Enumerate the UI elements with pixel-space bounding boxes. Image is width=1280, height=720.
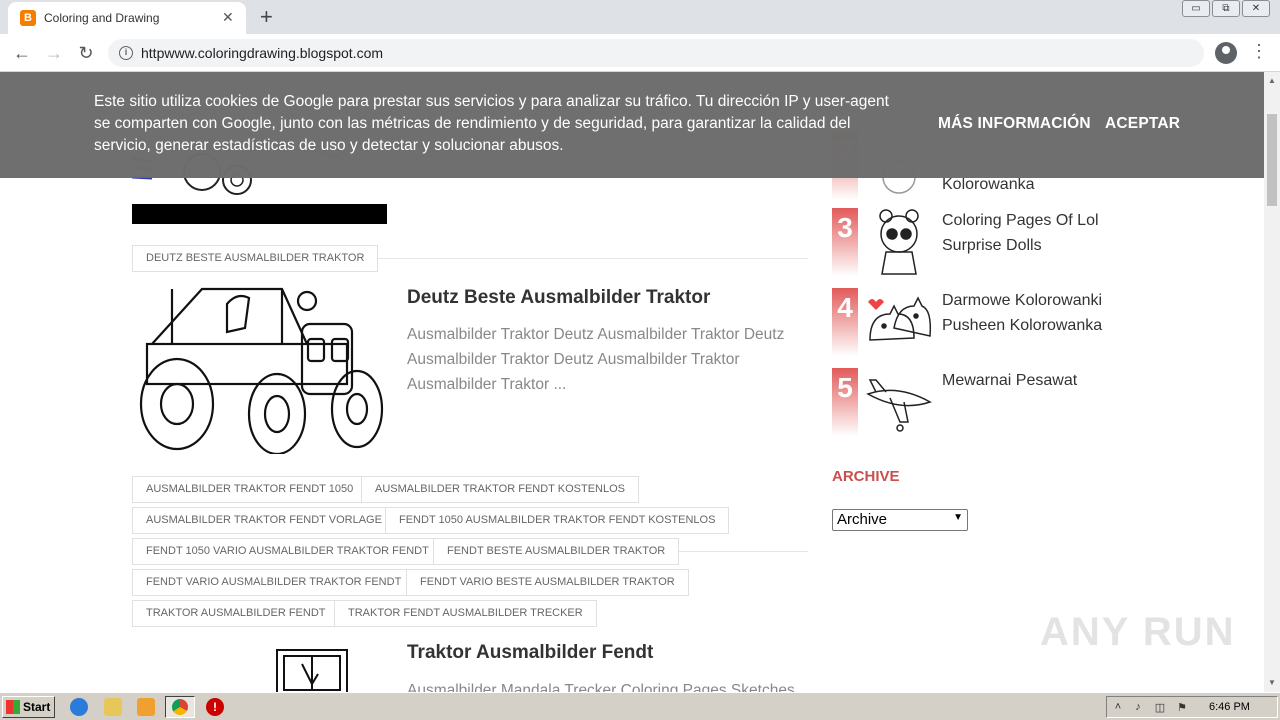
windows-taskbar: Start ! ˄ ♪ ◫ ⚑ 6:46 PM [0,692,1280,720]
chevron-down-icon: ▼ [953,512,963,523]
start-button[interactable]: Start [2,696,55,718]
post-label-tag[interactable]: FENDT 1050 VARIO AUSMALBILDER TRAKTOR FE… [132,538,443,565]
browser-tab-strip: B Coloring and Drawing ✕ + ▭ ⧉ ✕ [0,0,1280,34]
popular-post-thumbnail[interactable] [864,288,934,358]
popular-post-title[interactable]: Darmowe Kolorowanki Pusheen Kolorowanka [942,288,1132,338]
post-label-tag[interactable]: TRAKTOR AUSMALBILDER FENDT [132,600,340,627]
post-label-tag[interactable]: DEUTZ BESTE AUSMALBILDER TRAKTOR [132,245,379,272]
minimize-button[interactable]: ▭ [1182,0,1210,17]
window-close-button[interactable]: ✕ [1242,0,1270,17]
lol-doll-sketch-image [879,209,919,275]
reload-icon[interactable]: ↻ [74,41,98,65]
start-label: Start [23,700,51,714]
post-label-tag[interactable]: AUSMALBILDER TRAKTOR FENDT KOSTENLOS [361,476,640,503]
post-thumbnail[interactable] [132,644,387,692]
volume-icon[interactable]: ♪ [1131,701,1145,715]
airplane-sketch-image [866,379,932,432]
url-text[interactable]: httpwww.coloringdrawing.blogspot.com [141,45,383,61]
post-label-tag[interactable]: TRAKTOR FENDT AUSMALBILDER TRECKER [334,600,597,627]
popular-post-title[interactable]: Coloring Pages Of Lol Surprise Dolls [942,208,1132,258]
tractor-coloring-image [132,644,387,692]
popular-post-rank: 3 [832,208,858,276]
post-snippet: Ausmalbilder Mandala Trecker Coloring Pa… [407,682,795,692]
restore-button[interactable]: ⧉ [1212,0,1240,17]
browser-tab[interactable]: B Coloring and Drawing ✕ [8,2,246,34]
popular-post-item[interactable]: 3 Coloring Pages Of Lol Surprise Dolls [832,208,1132,280]
post-snippet: Ausmalbilder Traktor Deutz Ausmalbilder … [407,326,785,393]
post-label-tag[interactable]: FENDT VARIO AUSMALBILDER TRAKTOR FENDT [132,569,416,596]
scroll-down-arrow-icon[interactable]: ▼ [1268,678,1276,687]
post-label-tag[interactable]: AUSMALBILDER TRAKTOR FENDT VORLAGE [132,507,396,534]
network-icon[interactable]: ◫ [1153,701,1167,715]
accept-cookies-button[interactable]: ACEPTAR [1105,115,1180,133]
internet-explorer-icon[interactable] [70,698,88,716]
scrollbar-thumb[interactable] [1267,114,1277,206]
browser-toolbar: ← → ↻ i httpwww.coloringdrawing.blogspot… [0,34,1280,72]
popular-post-rank: 4 [832,288,858,356]
post-title-link[interactable]: Traktor Ausmalbilder Fendt [407,642,653,664]
tray-expand-icon[interactable]: ˄ [1111,701,1125,715]
windows-logo-icon [6,700,20,714]
archive-dropdown[interactable]: Archive ▼ [832,509,968,531]
scroll-up-arrow-icon[interactable]: ▲ [1268,76,1276,85]
media-player-icon[interactable] [137,698,155,716]
forward-arrow-icon[interactable]: → [42,41,66,65]
cookie-notice-text: Este sitio utiliza cookies de Google par… [94,93,889,154]
blogger-favicon-icon: B [20,10,36,26]
post-thumbnail[interactable] [132,284,387,454]
folder-icon[interactable] [104,698,122,716]
anyrun-watermark: ANY RUN [1040,610,1236,654]
cookie-banner: Este sitio utiliza cookies de Google par… [0,72,1264,178]
page-scrollbar[interactable]: ▲ ▼ [1264,72,1280,692]
chrome-icon [172,699,188,715]
post-label-tag[interactable]: FENDT 1050 AUSMALBILDER TRAKTOR FENDT KO… [385,507,730,534]
tab-title: Coloring and Drawing [44,11,160,25]
pusheen-sketch-image [868,296,932,341]
system-clock[interactable]: 6:46 PM [1209,701,1250,713]
profile-avatar-icon[interactable] [1215,42,1237,64]
web-page: DEUTZ BESTE AUSMALBILDER TRAKTOR Deutz B… [0,72,1264,692]
address-bar[interactable]: i httpwww.coloringdrawing.blogspot.com [108,39,1204,67]
popular-post-thumbnail[interactable] [864,208,934,278]
popular-post-thumbnail[interactable] [864,368,934,438]
archive-dropdown-value: Archive [837,511,888,528]
popular-post-item[interactable]: 5 Mewarnai Pesawat [832,368,1132,440]
flag-icon[interactable]: ⚑ [1175,701,1189,715]
tractor-coloring-image [132,284,387,454]
more-info-button[interactable]: MÁS INFORMACIÓN [938,115,1091,133]
post-label-tag[interactable]: AUSMALBILDER TRAKTOR FENDT 1050 [132,476,368,503]
post-label-tag[interactable]: FENDT BESTE AUSMALBILDER TRAKTOR [433,538,680,565]
post-title-link[interactable]: Deutz Beste Ausmalbilder Traktor [407,287,710,309]
site-info-icon[interactable]: i [119,46,133,60]
back-arrow-icon[interactable]: ← [10,41,34,65]
popular-post-title[interactable]: Mewarnai Pesawat [942,368,1132,393]
chrome-taskbar-button[interactable] [165,696,195,718]
archive-heading: ARCHIVE [832,468,900,485]
popular-post-item[interactable]: 4 Darmowe Kolorowanki Pusheen Kolorowank… [832,288,1132,360]
new-tab-button[interactable]: + [260,4,273,30]
alert-icon[interactable]: ! [206,698,224,716]
close-tab-icon[interactable]: ✕ [222,9,234,26]
system-tray: ˄ ♪ ◫ ⚑ 6:46 PM [1106,696,1278,718]
window-controls: ▭ ⧉ ✕ [1182,0,1270,17]
post-label-tag[interactable]: FENDT VARIO BESTE AUSMALBILDER TRAKTOR [406,569,689,596]
browser-menu-icon[interactable]: ⋮ [1250,41,1268,62]
popular-post-rank: 5 [832,368,858,436]
